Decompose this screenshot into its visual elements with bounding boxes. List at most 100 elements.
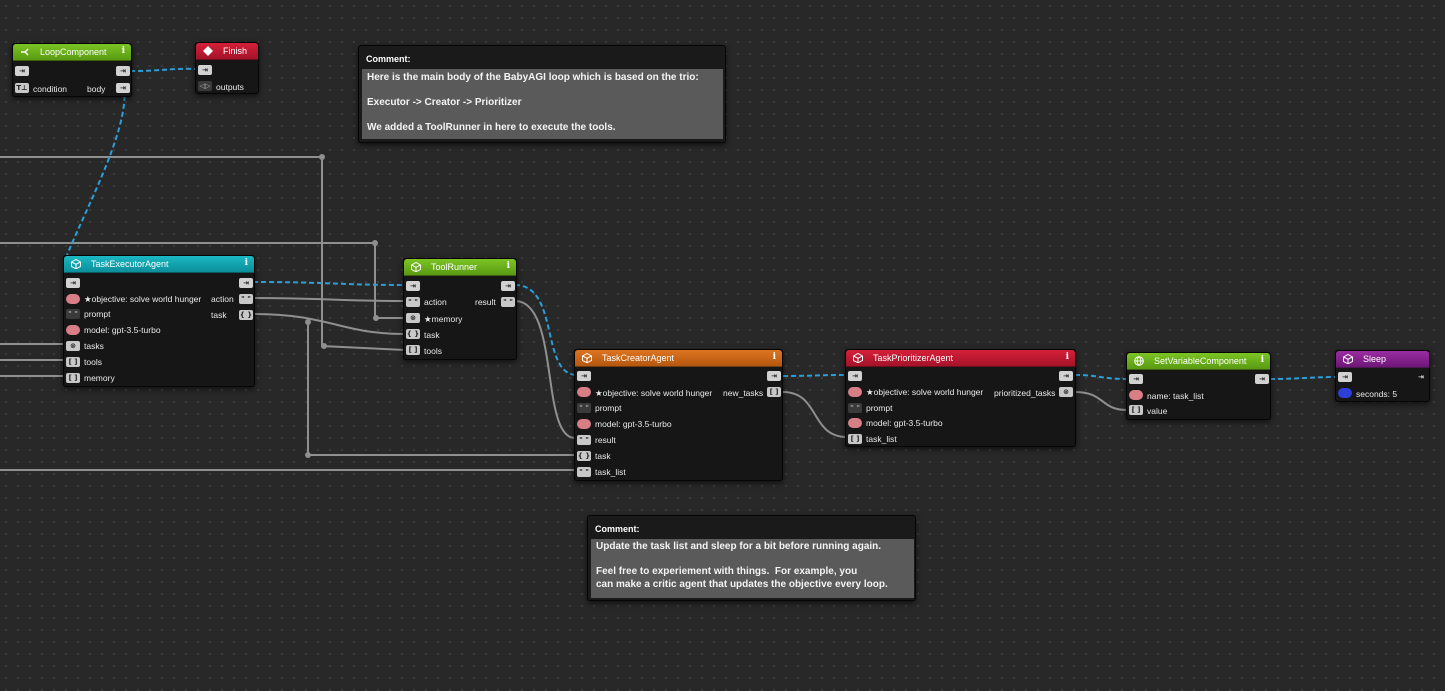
model-port[interactable] [66, 325, 80, 335]
exec-out-port[interactable]: ⇥ [501, 281, 515, 291]
task-prioritizer-agent-header[interactable]: TaskPrioritizerAgent i [846, 350, 1075, 367]
condition-port[interactable]: T⊥ [15, 83, 29, 93]
branch-icon [19, 47, 30, 58]
node-title: TaskPrioritizerAgent [873, 353, 954, 363]
data-wire [252, 313, 406, 335]
task-list-label: task_list [866, 434, 897, 444]
info-icon[interactable]: i [1066, 352, 1069, 362]
action-port[interactable]: " " [406, 297, 420, 307]
objective-label: ★objective: solve world hunger [866, 387, 984, 397]
sleep-header[interactable]: Sleep [1336, 351, 1429, 368]
comment-text[interactable]: Update the task list and sleep for a bit… [591, 539, 914, 598]
globe-icon [1133, 356, 1144, 367]
exec-in-port[interactable]: ⇥ [848, 371, 862, 381]
prompt-label: prompt [595, 403, 622, 413]
exec-in-port[interactable]: ⇥ [198, 65, 212, 75]
exec-wire [1074, 374, 1128, 380]
task-port[interactable]: { } [577, 451, 591, 461]
task-executor-agent-node[interactable]: TaskExecutorAgent i ⇥ ⇥ ★objective: solv… [63, 255, 255, 387]
exec-in-port[interactable]: ⇥ [577, 371, 591, 381]
prompt-label: prompt [84, 309, 111, 319]
info-icon[interactable]: i [245, 258, 248, 268]
name-port[interactable] [1129, 390, 1143, 400]
comment-box[interactable]: Comment: Here is the main body of the Ba… [358, 45, 726, 143]
exec-in-port[interactable]: ⇥ [406, 281, 420, 291]
result-port[interactable]: " " [577, 435, 591, 445]
task-creator-agent-header[interactable]: TaskCreatorAgent i [575, 350, 782, 367]
task-creator-agent-node[interactable]: TaskCreatorAgent i ⇥ ⇥ ★objective: solve… [574, 349, 783, 481]
exec-out-port[interactable]: ⇥ [767, 371, 781, 381]
exec-out-port[interactable]: ⇥ [116, 66, 130, 76]
comment-title: Comment: [366, 54, 411, 64]
exec-in-port[interactable]: ⇥ [1338, 372, 1352, 382]
exec-in-port[interactable]: ⇥ [1129, 374, 1143, 384]
node-title: Finish [223, 46, 248, 56]
info-icon[interactable]: i [122, 46, 125, 56]
task-port[interactable]: { } [406, 329, 420, 339]
objective-port[interactable] [66, 294, 80, 304]
task-list-port[interactable]: " " [577, 467, 591, 477]
seconds-port[interactable] [1338, 388, 1352, 398]
task-prioritizer-agent-node[interactable]: TaskPrioritizerAgent i ⇥ ⇥ ★objective: s… [845, 349, 1076, 447]
node-title: TaskCreatorAgent [602, 353, 675, 363]
info-icon[interactable]: i [1261, 355, 1264, 365]
memory-port[interactable]: [ ] [66, 373, 80, 383]
exec-out-port[interactable]: ⇥ [1255, 374, 1269, 384]
model-port[interactable] [848, 418, 862, 428]
prompt-port[interactable]: " " [577, 403, 591, 413]
comment-text[interactable]: Here is the main body of the BabyAGI loo… [362, 69, 723, 139]
value-label: value [1147, 406, 1168, 416]
exec-in-port[interactable]: ⇥ [15, 66, 29, 76]
model-label: model: gpt-3.5-turbo [84, 325, 161, 335]
objective-port[interactable] [577, 387, 591, 397]
cube-icon [852, 353, 863, 364]
node-title: SetVariableComponent [1154, 356, 1247, 366]
exec-wire [252, 281, 406, 286]
tools-label: tools [424, 346, 442, 356]
info-icon[interactable]: i [773, 352, 776, 362]
outputs-label: outputs [216, 82, 244, 92]
tool-runner-header[interactable]: ToolRunner i [404, 259, 516, 276]
exec-out-port[interactable]: ⇥ [239, 278, 253, 288]
objective-label: ★objective: solve world hunger [84, 294, 202, 304]
outputs-port[interactable]: ◁▷ [198, 81, 212, 91]
loop-component-header[interactable]: LoopComponent i [13, 44, 131, 61]
value-port[interactable]: [ ] [1129, 405, 1143, 415]
loop-component-node[interactable]: LoopComponent i ⇥ ⇥ T⊥ condition body ⇥ [12, 43, 132, 97]
info-icon[interactable]: i [507, 261, 510, 271]
tool-runner-node[interactable]: ToolRunner i ⇥ ⇥ " " action result " " ⊗… [403, 258, 517, 360]
exec-in-port[interactable]: ⇥ [66, 278, 80, 288]
exec-wire [782, 374, 848, 377]
node-title: TaskExecutorAgent [91, 259, 169, 269]
task-list-port[interactable]: [ ] [848, 434, 862, 444]
set-variable-component-node[interactable]: SetVariableComponent i ⇥ ⇥ name: task_li… [1126, 352, 1271, 420]
new-tasks-port[interactable]: [ ] [767, 387, 781, 397]
model-label: model: gpt-3.5-turbo [595, 419, 672, 429]
prompt-port[interactable]: " " [848, 403, 862, 413]
prompt-port[interactable]: " " [66, 309, 80, 319]
task-port[interactable]: { } [239, 310, 253, 320]
sleep-node[interactable]: Sleep ⇥ ⇥ seconds: 5 [1335, 350, 1430, 402]
result-port[interactable]: " " [501, 297, 515, 307]
memory-port[interactable]: ⊗ [406, 313, 420, 323]
node-title: Sleep [1363, 354, 1387, 364]
prioritized-tasks-label: prioritized_tasks [994, 388, 1056, 398]
tools-label: tools [84, 357, 102, 367]
objective-port[interactable] [848, 387, 862, 397]
action-port[interactable]: " " [239, 294, 253, 304]
exec-out-port[interactable]: ⇥ [1059, 371, 1073, 381]
finish-header[interactable]: Finish [196, 43, 258, 60]
tasks-port[interactable]: ⊗ [66, 341, 80, 351]
tools-port[interactable]: [ ] [406, 345, 420, 355]
model-port[interactable] [577, 419, 591, 429]
prioritized-tasks-port[interactable]: ⊗ [1059, 387, 1073, 397]
result-label: result [595, 435, 616, 445]
set-variable-component-header[interactable]: SetVariableComponent i [1127, 353, 1270, 370]
task-executor-agent-header[interactable]: TaskExecutorAgent i [64, 256, 254, 273]
body-port[interactable]: ⇥ [116, 83, 130, 93]
comment-box[interactable]: Comment: Update the task list and sleep … [587, 515, 916, 601]
exec-out-port[interactable]: ⇥ [1414, 372, 1428, 382]
finish-node[interactable]: Finish ⇥ ◁▷ outputs [195, 42, 259, 94]
tools-port[interactable]: [ ] [66, 357, 80, 367]
cube-icon [70, 259, 81, 270]
